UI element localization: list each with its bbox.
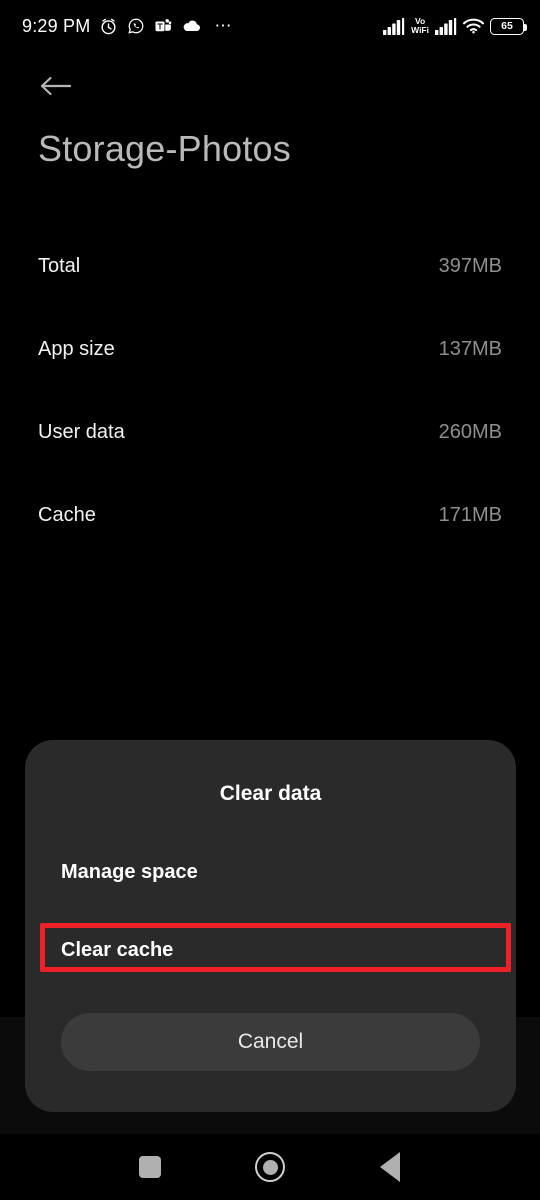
phone-screen: 9:29 PM ⋯ Vo WiFi 65 Storage-Photos Tota… <box>0 0 540 1200</box>
row-value: 171MB <box>438 504 502 526</box>
signal-bars-icon <box>383 17 405 35</box>
storage-row-app-size[interactable]: App size 137MB <box>0 308 540 391</box>
menu-item-label: Manage space <box>61 860 198 883</box>
row-value: 137MB <box>438 338 502 360</box>
nav-back-button[interactable] <box>360 1137 420 1197</box>
teams-icon <box>155 19 172 32</box>
status-bar-right: Vo WiFi 65 <box>383 16 527 35</box>
clear-cache-highlight <box>40 923 511 972</box>
triangle-back-icon <box>380 1152 400 1182</box>
battery-icon: 65 <box>490 17 527 35</box>
row-value: 397MB <box>438 255 502 277</box>
menu-item-manage-space[interactable]: Manage space <box>25 845 516 899</box>
dialog-title: Clear data <box>219 782 322 805</box>
storage-list: Total 397MB App size 137MB User data 260… <box>0 225 540 557</box>
status-bar-left: 9:29 PM ⋯ <box>22 16 233 37</box>
circle-home-icon <box>255 1152 285 1182</box>
nav-home-button[interactable] <box>240 1137 300 1197</box>
row-label: App size <box>38 338 115 360</box>
page-title: Storage-Photos <box>38 128 291 169</box>
row-label: User data <box>38 421 125 443</box>
signal-bars-2-icon <box>435 17 457 35</box>
whatsapp-icon <box>128 18 144 34</box>
status-bar: 9:29 PM ⋯ Vo WiFi 65 <box>0 0 540 52</box>
back-arrow-icon[interactable] <box>32 66 80 106</box>
row-label: Cache <box>38 504 96 526</box>
nav-recents-button[interactable] <box>120 1137 180 1197</box>
vowifi-icon: Vo WiFi <box>411 16 429 35</box>
alarm-icon <box>101 18 116 34</box>
wifi-icon <box>463 18 484 34</box>
storage-row-cache[interactable]: Cache 171MB <box>0 474 540 557</box>
onedrive-icon <box>184 20 201 32</box>
battery-level: 65 <box>501 19 513 32</box>
row-label: Total <box>38 255 81 277</box>
square-recents-icon <box>139 1156 161 1178</box>
storage-row-total[interactable]: Total 397MB <box>0 225 540 308</box>
row-value: 260MB <box>438 421 502 443</box>
storage-row-user-data[interactable]: User data 260MB <box>0 391 540 474</box>
cancel-button[interactable]: Cancel <box>61 1013 480 1071</box>
status-overflow-icon: ⋯ <box>214 16 234 35</box>
navigation-bar <box>0 1134 540 1200</box>
status-bar-clock: 9:29 PM <box>22 15 91 36</box>
clear-data-dialog: Clear data Manage space Clear cache Canc… <box>25 740 516 1112</box>
